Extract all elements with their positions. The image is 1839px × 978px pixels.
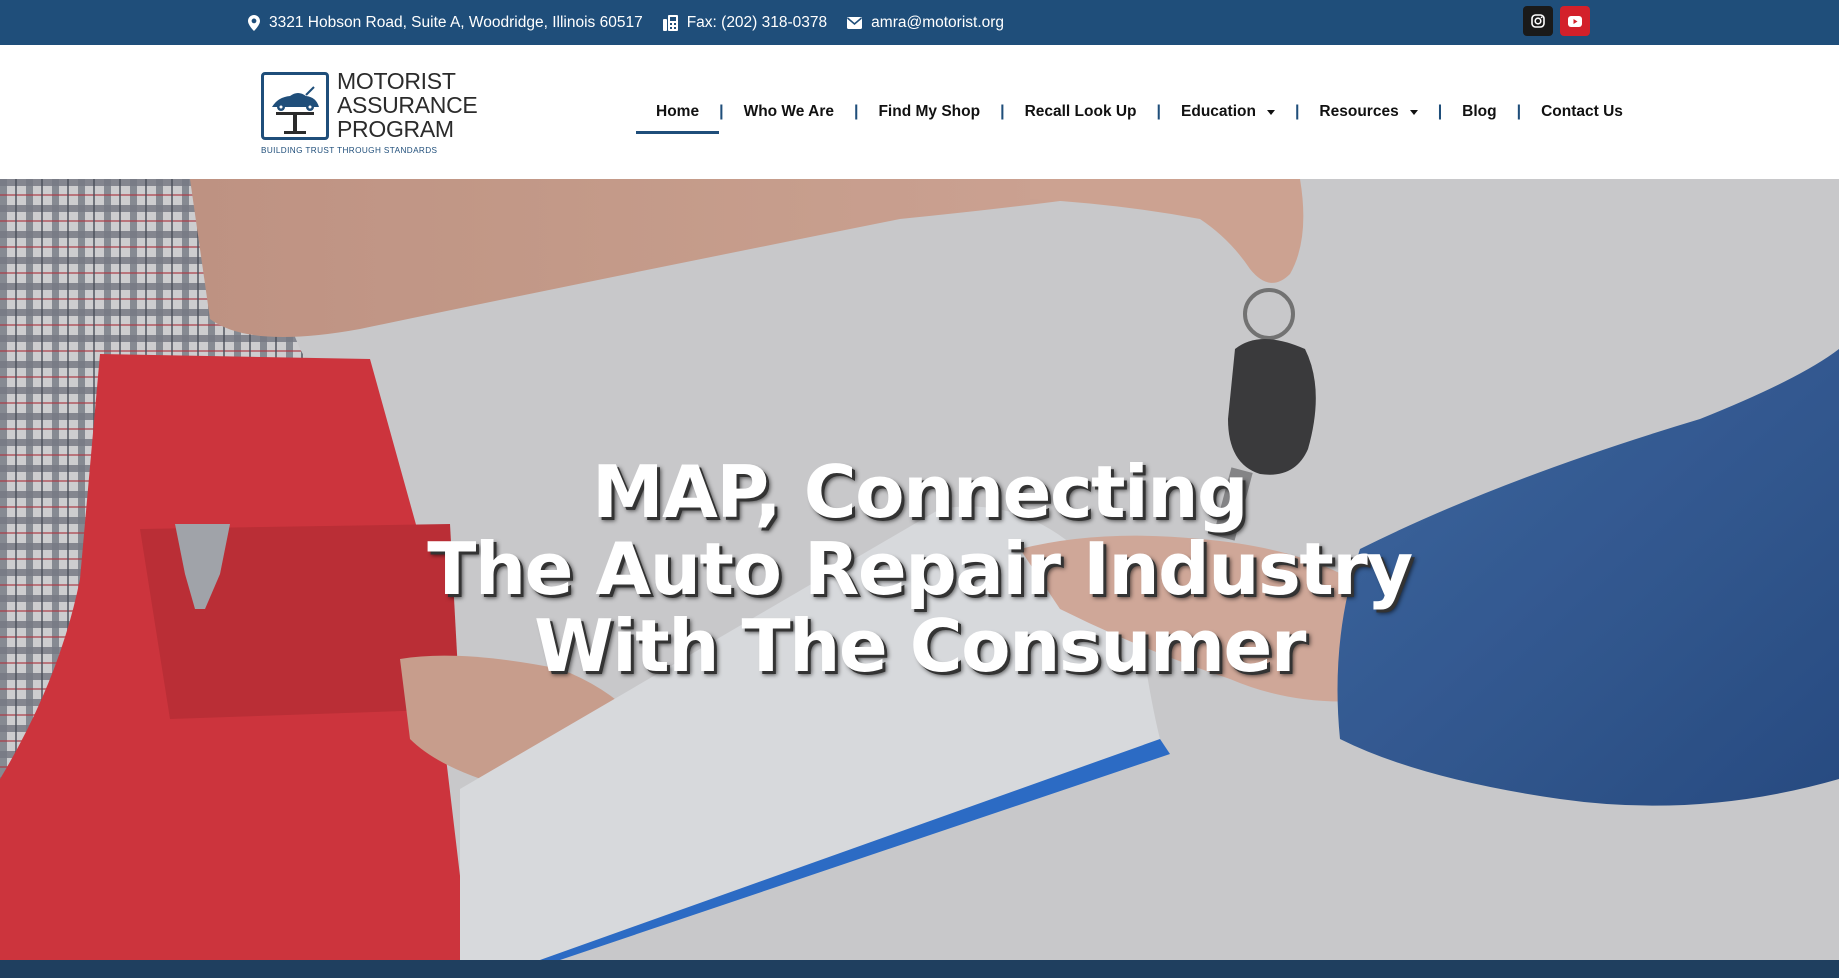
address-text: 3321 Hobson Road, Suite A, Woodridge, Il…	[269, 13, 643, 31]
nav-education[interactable]: Education	[1161, 90, 1295, 134]
nav-resources[interactable]: Resources	[1299, 90, 1437, 134]
nav-home-label: Home	[656, 103, 700, 120]
next-section-edge	[0, 960, 1839, 978]
nav-resources-label: Resources	[1319, 103, 1399, 120]
nav-education-label: Education	[1181, 103, 1256, 120]
nav-contact-us-label: Contact Us	[1541, 103, 1623, 120]
map-pin-icon	[248, 14, 260, 31]
main-navigation: Home | Who We Are | Find My Shop | Recal…	[636, 45, 1643, 179]
contact-info: 3321 Hobson Road, Suite A, Woodridge, Il…	[248, 0, 1024, 45]
nav-blog-label: Blog	[1462, 103, 1497, 120]
fax-icon	[662, 14, 678, 31]
nav-home[interactable]: Home	[636, 90, 720, 134]
nav-who-we-are-label: Who We Are	[743, 103, 834, 120]
logo-wordmark: MOTORIST ASSURANCE PROGRAM	[337, 68, 478, 142]
youtube-icon	[1568, 15, 1582, 27]
caret-down-icon	[1266, 109, 1275, 115]
social-links	[1523, 6, 1590, 36]
nav-contact-us[interactable]: Contact Us	[1521, 90, 1643, 134]
hero-line-3: With The Consumer	[534, 604, 1306, 688]
email-item[interactable]: amra@motorist.org	[847, 14, 1004, 32]
nav-recall-look-up[interactable]: Recall Look Up	[1005, 90, 1157, 134]
top-info-bar: 3321 Hobson Road, Suite A, Woodridge, Il…	[0, 0, 1839, 45]
logo-line-2: ASSURANCE	[337, 92, 478, 118]
logo-line-1: MOTORIST	[337, 68, 456, 94]
site-logo[interactable]: MOTORIST ASSURANCE PROGRAM BUILDING TRUS…	[261, 69, 478, 155]
email-link[interactable]: amra@motorist.org	[871, 14, 1004, 32]
logo-tagline: BUILDING TRUST THROUGH STANDARDS	[261, 146, 438, 155]
youtube-button[interactable]	[1560, 6, 1590, 36]
site-header: MOTORIST ASSURANCE PROGRAM BUILDING TRUS…	[0, 45, 1839, 179]
nav-blog[interactable]: Blog	[1442, 90, 1516, 134]
hero-line-1: MAP, Connecting	[591, 450, 1249, 534]
caret-down-icon	[1409, 109, 1418, 115]
instagram-button[interactable]	[1523, 6, 1553, 36]
nav-recall-look-up-label: Recall Look Up	[1024, 103, 1137, 120]
hero-line-2: The Auto Repair Industry	[427, 527, 1413, 611]
fax-item: Fax: (202) 318-0378	[662, 13, 828, 32]
envelope-icon	[847, 16, 863, 29]
nav-who-we-are[interactable]: Who We Are	[724, 90, 854, 134]
instagram-icon	[1531, 14, 1545, 28]
address-item: 3321 Hobson Road, Suite A, Woodridge, Il…	[248, 14, 643, 32]
nav-find-my-shop[interactable]: Find My Shop	[858, 90, 1000, 134]
hero-headline: MAP, Connecting The Auto Repair Industry…	[0, 454, 1839, 685]
car-lift-icon	[272, 86, 319, 134]
logo-emblem	[261, 72, 329, 140]
fax-text: Fax: (202) 318-0378	[686, 13, 828, 31]
hero-banner: MAP, Connecting The Auto Repair Industry…	[0, 179, 1839, 960]
logo-line-3: PROGRAM	[337, 116, 454, 142]
nav-find-my-shop-label: Find My Shop	[878, 103, 981, 120]
